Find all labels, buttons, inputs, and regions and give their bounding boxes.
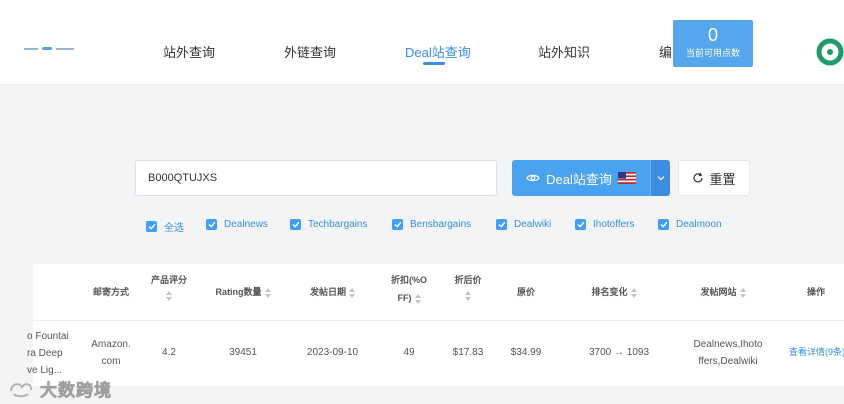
checkbox-checked-icon[interactable] bbox=[206, 219, 217, 230]
header-price-after[interactable]: 折后价 bbox=[443, 271, 493, 301]
asin-search-input[interactable] bbox=[135, 160, 497, 196]
sort-icon[interactable] bbox=[166, 291, 172, 301]
filter-label: 全选 bbox=[164, 223, 184, 234]
filter-dealwiki[interactable]: Dealwiki bbox=[496, 219, 551, 230]
nav-deal-site-query[interactable]: Deal站查询 bbox=[405, 42, 471, 61]
nav-backlink-query[interactable]: 外链查询 bbox=[284, 42, 336, 61]
price-after-cell: $17.83 bbox=[452, 347, 484, 358]
checkbox-checked-icon[interactable] bbox=[496, 219, 507, 230]
filter-techbargains[interactable]: Techbargains bbox=[290, 219, 367, 230]
original-price-cell: $34.99 bbox=[510, 347, 542, 358]
header-site[interactable]: 发帖网站 bbox=[693, 283, 753, 301]
filter-select-all[interactable]: 全选 bbox=[146, 219, 184, 234]
sort-icon[interactable] bbox=[349, 287, 355, 298]
filter-ihotoffers[interactable]: Ihotoffers bbox=[575, 219, 635, 230]
rating-cell: 4.2 bbox=[162, 347, 176, 358]
filter-dealmoon[interactable]: Dealmoon bbox=[658, 219, 722, 230]
shipping-line: com bbox=[101, 356, 121, 367]
header-rating-count-label: Rating数量 bbox=[215, 287, 262, 297]
reset-label: 重置 bbox=[709, 171, 736, 187]
view-details-link[interactable]: 查看详情(9条) bbox=[789, 344, 844, 361]
shipping-line: Amazon. bbox=[91, 339, 131, 350]
header-rank-change[interactable]: 排名变化 bbox=[581, 283, 647, 301]
header-discount-label: 折扣(%O bbox=[390, 275, 427, 285]
checkbox-checked-icon[interactable] bbox=[392, 219, 403, 230]
nav-offsite-query[interactable]: 站外查询 bbox=[163, 42, 215, 61]
checkbox-checked-icon[interactable] bbox=[658, 219, 669, 230]
nav-offsite-knowledge[interactable]: 站外知识 bbox=[538, 42, 590, 61]
header-site-label: 发帖网站 bbox=[700, 287, 737, 297]
site-logo[interactable] bbox=[24, 40, 78, 58]
rating-count-cell: 39451 bbox=[229, 347, 257, 358]
table-header-row: 邮寄方式 产品评分 Rating数量 发帖日期 折扣(%O FF) 折后价 原价… bbox=[33, 264, 844, 321]
header-rating-count[interactable]: Rating数量 bbox=[203, 283, 283, 301]
site-cell: Dealnews,Ihoto ffers,Dealwiki bbox=[688, 336, 768, 370]
header-original-price: 原价 bbox=[516, 287, 535, 297]
header-post-date[interactable]: 发帖日期 bbox=[295, 283, 370, 301]
rank-change-cell: 3700 → 1093 bbox=[588, 347, 650, 358]
chevron-down-icon bbox=[657, 176, 664, 181]
nav-item-truncated[interactable]: 编 bbox=[659, 42, 672, 61]
header-action: 操作 bbox=[806, 287, 825, 297]
product-title-line: o Fountai bbox=[27, 331, 69, 342]
shipping-cell: Amazon. com bbox=[85, 336, 137, 370]
header-rank-change-label: 排名变化 bbox=[591, 287, 628, 297]
checkbox-checked-icon[interactable] bbox=[290, 219, 301, 230]
sort-icon[interactable] bbox=[414, 293, 421, 304]
site-line: ffers,Dealwiki bbox=[698, 356, 758, 367]
product-title-line: ra Deep bbox=[27, 348, 63, 359]
sort-icon[interactable] bbox=[630, 287, 637, 298]
active-nav-indicator bbox=[423, 62, 445, 65]
filter-label: Dealnews bbox=[224, 219, 268, 230]
header-rating-label: 产品评分 bbox=[150, 275, 187, 285]
filter-dealnews[interactable]: Dealnews bbox=[206, 219, 268, 230]
discount-cell: 49 bbox=[403, 347, 415, 358]
sort-icon[interactable] bbox=[739, 287, 746, 298]
eye-icon bbox=[526, 174, 540, 182]
deal-site-query-button[interactable]: Deal站查询 bbox=[512, 160, 650, 196]
query-button-label: Deal站查询 bbox=[546, 171, 612, 187]
points-label: 当前可用点数 bbox=[685, 48, 740, 58]
filter-label: Dealwiki bbox=[514, 219, 552, 230]
site-line: Dealnews,Ihoto bbox=[693, 339, 763, 350]
watermark-logo-icon bbox=[10, 382, 33, 397]
refresh-icon bbox=[693, 172, 704, 183]
filter-label: Ihotoffers bbox=[593, 219, 635, 230]
watermark-text: 大数跨境 bbox=[40, 381, 112, 401]
filter-bensbargains[interactable]: Bensbargains bbox=[392, 219, 471, 230]
sort-icon[interactable] bbox=[264, 287, 271, 298]
country-dropdown-button[interactable] bbox=[650, 160, 670, 196]
filter-label: Techbargains bbox=[308, 219, 368, 230]
checkbox-checked-icon[interactable] bbox=[575, 219, 586, 230]
checkbox-checked-icon[interactable] bbox=[146, 221, 157, 232]
top-header: 站外查询 外链查询 Deal站查询 站外知识 编 0 当前可用点数 bbox=[0, 0, 844, 85]
header-rating[interactable]: 产品评分 bbox=[144, 271, 194, 301]
header-discount-label-cont: FF) bbox=[397, 293, 412, 303]
filter-label: Bensbargains bbox=[410, 219, 472, 230]
filter-label: Dealmoon bbox=[676, 219, 722, 230]
sort-icon[interactable] bbox=[465, 291, 471, 301]
us-flag-icon bbox=[617, 172, 636, 184]
product-title-cell[interactable]: o Fountai ra Deep ve Lig... bbox=[27, 328, 73, 379]
brand-logo-icon[interactable] bbox=[816, 38, 844, 66]
post-date-cell: 2023-09-10 bbox=[306, 347, 359, 358]
header-post-date-label: 发帖日期 bbox=[309, 287, 346, 297]
points-count: 0 bbox=[707, 25, 718, 45]
reset-button[interactable]: 重置 bbox=[678, 160, 750, 196]
header-shipping: 邮寄方式 bbox=[92, 287, 129, 297]
header-discount[interactable]: 折扣(%O FF) bbox=[383, 271, 435, 307]
available-points-badge[interactable]: 0 当前可用点数 bbox=[673, 20, 753, 67]
header-price-after-label: 折后价 bbox=[454, 275, 482, 285]
deal-results-table: 邮寄方式 产品评分 Rating数量 发帖日期 折扣(%O FF) 折后价 原价… bbox=[27, 264, 844, 386]
watermark: 大数跨境 bbox=[8, 376, 112, 401]
